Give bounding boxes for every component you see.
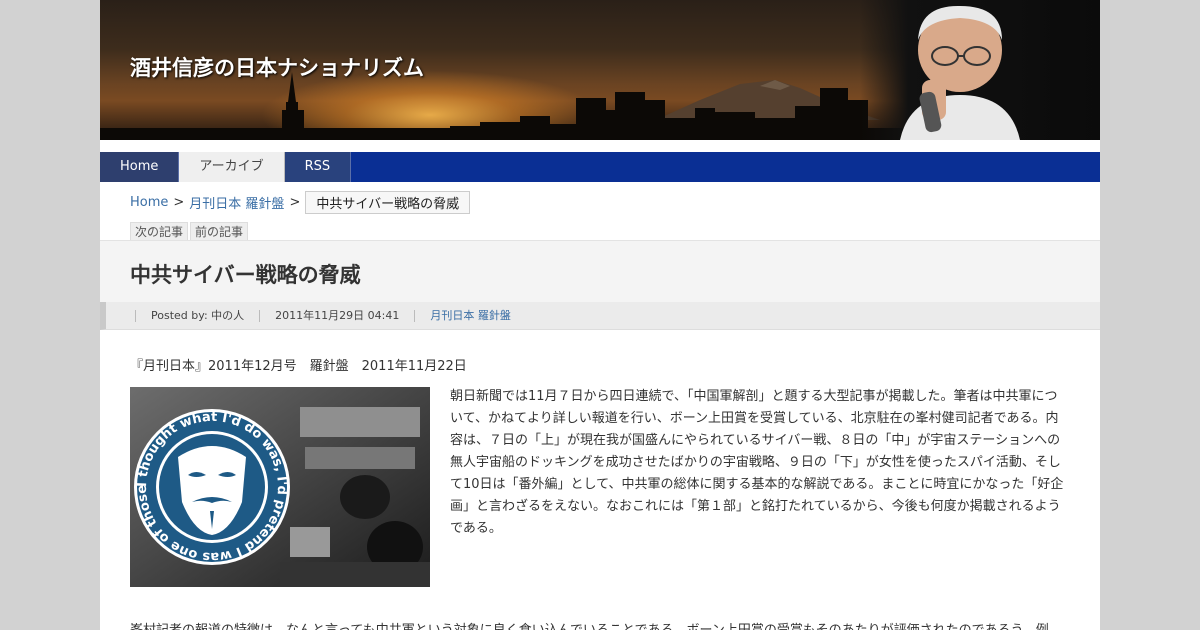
main-nav: Home アーカイブ RSS bbox=[100, 152, 1100, 182]
nav-item-home[interactable]: Home bbox=[100, 152, 180, 182]
post-source: 『月刊日本』2011年12月号 羅針盤 2011年11月22日 bbox=[130, 359, 467, 374]
post-author: Posted by: 中の人 bbox=[135, 309, 259, 322]
article-paragraph-2: 峯村記者の報道の特徴は、なんと言っても中共軍という対象に良く食い込んでいることで… bbox=[130, 620, 1070, 630]
nav-item-archive[interactable]: アーカイブ bbox=[179, 152, 285, 182]
post-date: 2011年11月29日 04:41 bbox=[259, 309, 414, 322]
nav-item-rss[interactable]: RSS bbox=[284, 152, 352, 182]
breadcrumb-category-link[interactable]: 月刊日本 羅針盤 bbox=[189, 193, 284, 212]
post-title: 中共サイバー戦略の脅威 bbox=[130, 263, 361, 287]
page: 酒井信彦の日本ナショナリズム Home アーカイブ RSS Home > 月刊日… bbox=[100, 0, 1100, 630]
article-paragraph-1: 朝日新聞では11月７日から四日連続で、「中国軍解剖」と題する大型記事が掲載した。… bbox=[450, 389, 1064, 536]
post-meta: Posted by: 中の人 2011年11月29日 04:41 月刊日本 羅針… bbox=[100, 302, 1100, 330]
site-title[interactable]: 酒井信彦の日本ナショナリズム bbox=[130, 52, 424, 82]
next-post-link[interactable]: 次の記事 bbox=[130, 222, 189, 241]
breadcrumb-home-link[interactable]: Home bbox=[130, 195, 168, 210]
speaker-photo bbox=[860, 0, 1100, 140]
breadcrumb-separator: > bbox=[289, 195, 301, 210]
breadcrumb: Home > 月刊日本 羅針盤 > 中共サイバー戦略の脅威 bbox=[130, 191, 471, 214]
anonymous-mask-image: I thought what I'd do was, I'd pretend I… bbox=[130, 387, 430, 587]
speaker-portrait bbox=[900, 5, 1020, 140]
title-band: 中共サイバー戦略の脅威 bbox=[100, 240, 1100, 302]
nav-gap bbox=[100, 140, 1100, 152]
site-header: 酒井信彦の日本ナショナリズム bbox=[100, 0, 1100, 140]
breadcrumb-separator: > bbox=[173, 195, 185, 210]
post-category-link[interactable]: 月刊日本 羅針盤 bbox=[430, 309, 511, 322]
article-photo: I thought what I'd do was, I'd pretend I… bbox=[130, 387, 430, 587]
post-nav: 次の記事 前の記事 bbox=[130, 222, 249, 241]
breadcrumb-current: 中共サイバー戦略の脅威 bbox=[305, 191, 471, 214]
prev-post-link[interactable]: 前の記事 bbox=[190, 222, 249, 241]
